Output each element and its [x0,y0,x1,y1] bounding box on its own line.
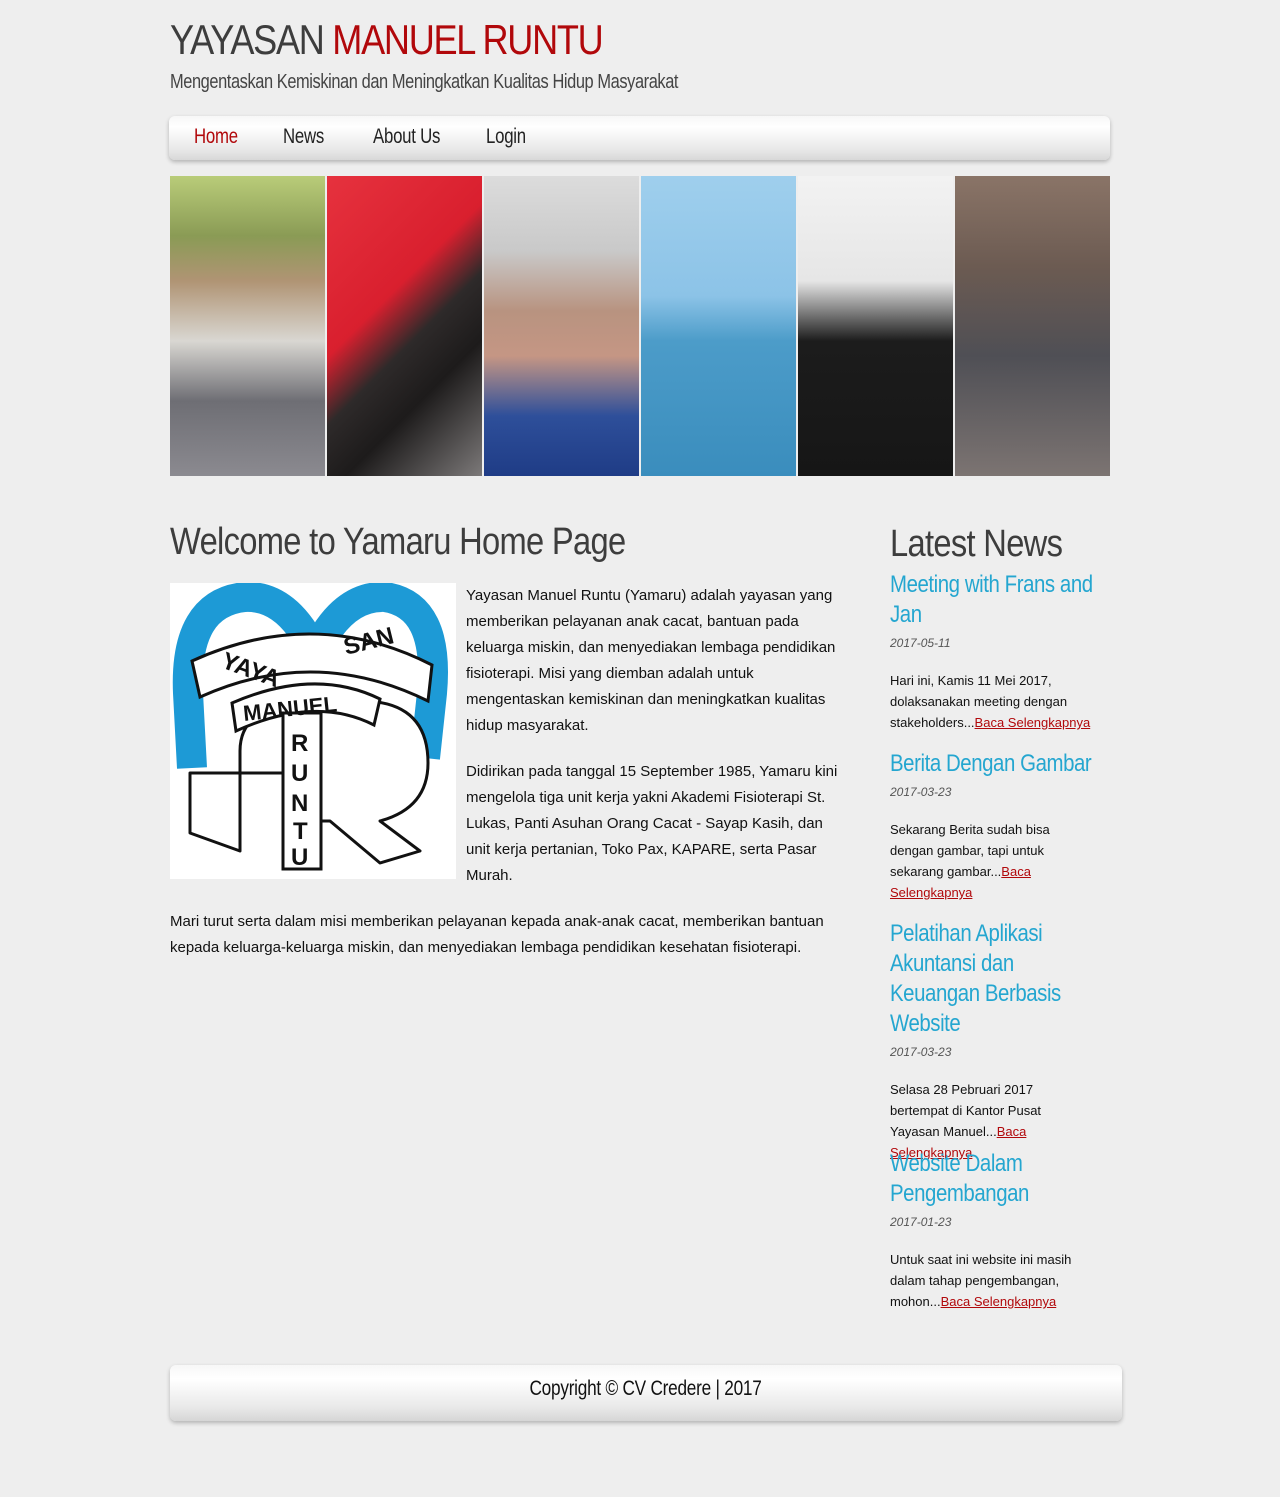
news-item-title[interactable]: Pelatihan Aplikasi Akuntansi dan Keuanga… [890,919,1094,1039]
logo-text-runtu-1: R [291,730,308,757]
news-item: Website Dalam Pengembangan 2017-01-23 Un… [890,1149,1120,1312]
news-item-excerpt: Untuk saat ini website ini masih dalam t… [890,1249,1080,1312]
intro-paragraph-3: Mari turut serta dalam misi memberikan p… [170,913,824,956]
banner-slideshow [170,176,1110,476]
logo-text-runtu-4: T [293,818,308,845]
banner-photo-headphones [327,176,482,476]
nav-about-us[interactable]: About Us [373,124,440,150]
yamaru-logo: YAYA SAN MANUEL R U N T U [170,581,456,879]
news-item-date: 2017-03-23 [890,1045,952,1059]
main-nav: Home News About Us Login [169,116,1110,160]
read-more-link[interactable]: Baca Selengkapnya [975,715,1091,730]
nav-news[interactable]: News [283,124,324,150]
banner-photo-graduation [798,176,953,476]
nav-login[interactable]: Login [486,124,526,150]
news-item-title[interactable]: Berita Dengan Gambar [890,749,1094,779]
news-item-date: 2017-05-11 [890,636,951,650]
site-tagline: Mengentaskan Kemiskinan dan Meningkatkan… [170,71,679,93]
banner-photo-shop [955,176,1110,476]
news-item: Pelatihan Aplikasi Akuntansi dan Keuanga… [890,919,1120,1163]
latest-news-title: Latest News [890,523,1063,565]
intro-paragraph-2: Didirikan pada tanggal 15 September 1985… [466,763,838,884]
news-item: Berita Dengan Gambar 2017-03-23 Sekarang… [890,749,1120,903]
read-more-link[interactable]: Baca Selengkapnya [941,1294,1057,1309]
news-item: Meeting with Frans and Jan 2017-05-11 Ha… [890,570,1120,733]
logo-text-runtu-3: N [291,790,308,817]
site-title-part2: MANUEL RUNTU [332,16,603,63]
news-item-title[interactable]: Website Dalam Pengembangan [890,1149,1094,1209]
news-item-title[interactable]: Meeting with Frans and Jan [890,570,1094,630]
banner-photo-sea [641,176,796,476]
copyright-text: Copyright © CV Credere | 2017 [529,1377,763,1400]
banner-photo-hut [170,176,325,476]
news-item-date: 2017-01-23 [890,1215,952,1229]
footer: Copyright © CV Credere | 2017 [170,1365,1122,1421]
news-item-excerpt: Hari ini, Kamis 11 Mei 2017, dolaksanaka… [890,670,1095,733]
site-title-part1: YAYASAN [170,16,333,63]
news-item-excerpt: Sekarang Berita sudah bisa dengan gambar… [890,819,1065,903]
news-item-date: 2017-03-23 [890,785,952,799]
logo-text-runtu-2: U [291,760,308,787]
logo-graphic: YAYA SAN MANUEL R U N T U [172,581,448,871]
intro-paragraph-1: Yayasan Manuel Runtu (Yamaru) adalah yay… [466,587,836,734]
page-title: Welcome to Yamaru Home Page [170,521,626,563]
nav-home[interactable]: Home [194,124,238,150]
site-title: YAYASAN MANUEL RUNTU [170,16,604,64]
logo-text-runtu-5: U [291,844,308,871]
banner-photo-man-painting [484,176,639,476]
